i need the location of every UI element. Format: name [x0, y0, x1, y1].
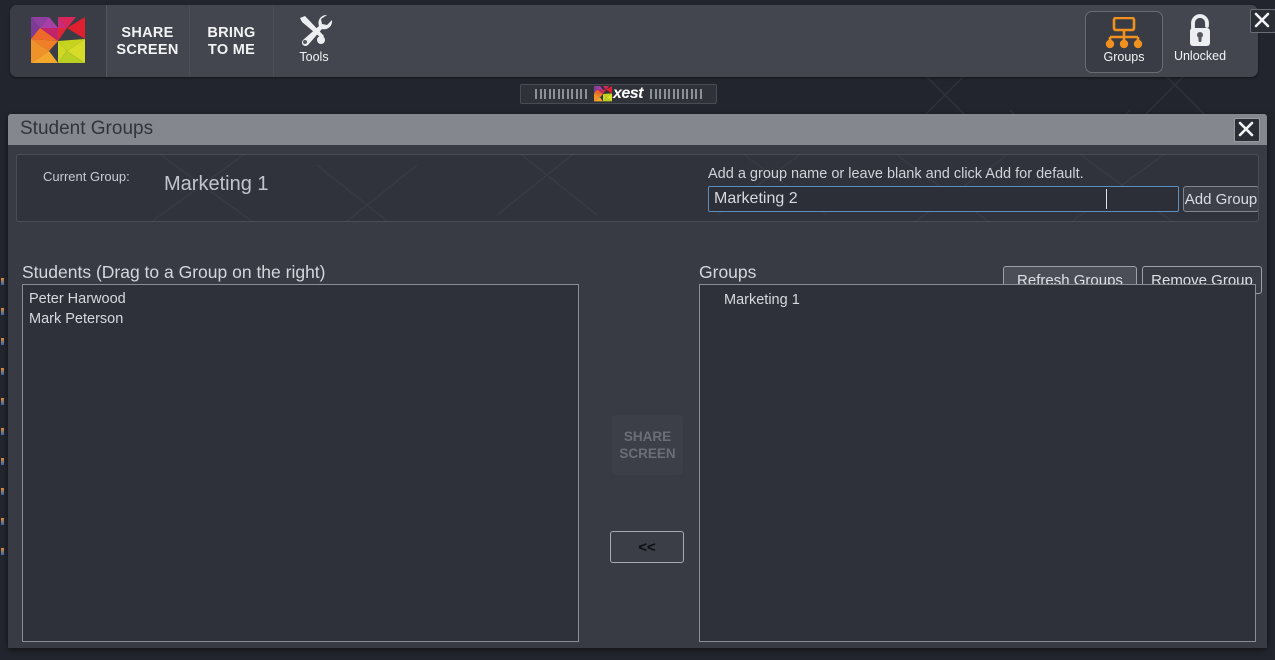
- badge-text: xest: [612, 85, 644, 102]
- toolbar-groups-button[interactable]: Groups: [1085, 11, 1163, 73]
- dialog-title: Student Groups: [20, 118, 154, 139]
- lock-state-label: Unlocked: [1173, 49, 1227, 63]
- current-group-value: Marketing 1: [164, 173, 269, 195]
- xest-x-logo-icon: [593, 86, 612, 102]
- group-name-input[interactable]: [708, 186, 1179, 212]
- add-group-hint: Add a group name or leave blank and clic…: [708, 166, 1084, 182]
- dialog-titlebar[interactable]: Student Groups: [8, 114, 1267, 145]
- xest-x-logo-icon: [31, 17, 85, 63]
- list-item[interactable]: Marketing 1: [700, 289, 1255, 312]
- move-left-button[interactable]: <<: [610, 531, 684, 563]
- share-screen-mid-line2: SCREEN: [619, 446, 676, 461]
- list-item[interactable]: Mark Peterson: [23, 309, 578, 329]
- students-heading: Students (Drag to a Group on the right): [22, 262, 326, 282]
- student-groups-dialog: Student Groups Current Group: Marketing …: [8, 114, 1267, 648]
- toolbar-share-screen-button[interactable]: SHARE SCREEN: [106, 5, 190, 77]
- share-screen-mid-line1: SHARE: [623, 429, 672, 444]
- groups-heading: Groups: [699, 262, 757, 282]
- list-item[interactable]: Peter Harwood: [23, 289, 578, 309]
- bring-to-me-line1: BRING: [207, 25, 256, 41]
- toolbar-tools-button[interactable]: Tools: [274, 5, 354, 77]
- students-list[interactable]: Peter Harwood Mark Peterson: [22, 284, 579, 642]
- groups-label: Groups: [1103, 50, 1145, 64]
- group-entry-panel: Current Group: Marketing 1 Add a group n…: [16, 154, 1259, 222]
- dialog-close-button[interactable]: [1234, 118, 1260, 142]
- toolbar-bring-to-me-button[interactable]: BRING TO ME: [190, 5, 274, 77]
- tools-label: Tools: [299, 50, 329, 64]
- dialog-body: Current Group: Marketing 1 Add a group n…: [8, 145, 1267, 648]
- tools-wrench-screwdriver-icon: [294, 13, 334, 54]
- bring-to-me-line2: TO ME: [207, 42, 256, 58]
- add-group-button[interactable]: Add Group: [1183, 186, 1258, 212]
- badge-ticks-right: [650, 89, 702, 99]
- xest-badge: xest: [520, 84, 717, 104]
- top-toolbar: SHARE SCREEN BRING TO ME Tools Groups Un…: [10, 5, 1275, 77]
- window-close-button[interactable]: [1250, 9, 1275, 33]
- badge-ticks-left: [535, 89, 587, 99]
- badge-wordmark: xest: [590, 86, 647, 102]
- toolbar-lock-toggle[interactable]: Unlocked: [1162, 11, 1238, 71]
- groups-hierarchy-icon: [1104, 16, 1144, 54]
- text-caret: [1106, 189, 1107, 209]
- close-icon: [1235, 119, 1259, 139]
- share-screen-line2: SCREEN: [116, 42, 179, 58]
- share-screen-to-group-button[interactable]: SHARE SCREEN: [612, 415, 683, 475]
- current-group-label: Current Group:: [43, 169, 130, 184]
- share-screen-line1: SHARE: [121, 25, 174, 41]
- groups-list[interactable]: Marketing 1: [699, 284, 1256, 642]
- close-icon: [1251, 10, 1275, 30]
- app-logo-cell[interactable]: [10, 5, 107, 77]
